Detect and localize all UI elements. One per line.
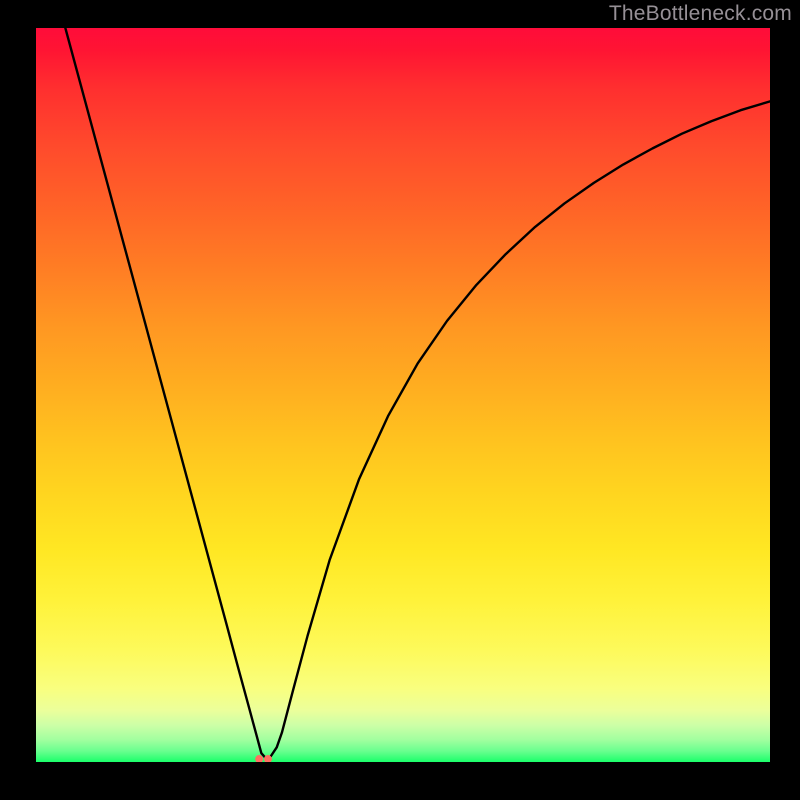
- watermark-text: TheBottleneck.com: [609, 2, 792, 26]
- bottleneck-curve: [65, 28, 770, 760]
- chart-curve: [36, 28, 770, 762]
- marker-dot-0: [255, 755, 263, 762]
- chart-frame: TheBottleneck.com: [0, 0, 800, 800]
